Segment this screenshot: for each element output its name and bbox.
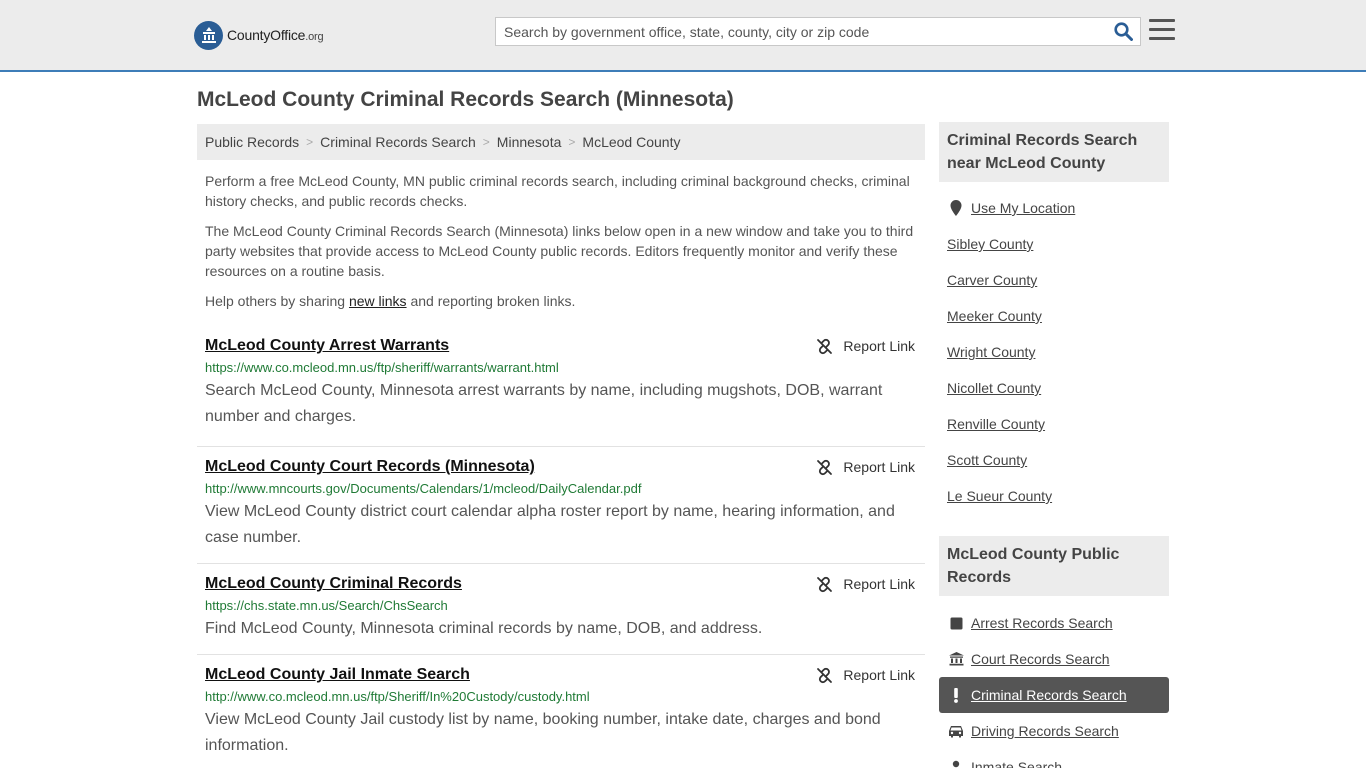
site-logo[interactable]: CountyOffice.org	[194, 20, 324, 50]
sidebar-public-records: McLeod County Public Records Arrest Reco…	[939, 536, 1169, 768]
broken-link-icon	[817, 338, 833, 354]
result-title-link[interactable]: McLeod County Criminal Records	[205, 574, 462, 594]
sidebar-item-use-my-location: Use My Location	[947, 190, 1169, 226]
broken-link-icon	[817, 459, 833, 475]
result-item: McLeod County Court Records (Minnesota) …	[197, 447, 925, 564]
report-link-label: Report Link	[843, 576, 915, 592]
carver-county-link[interactable]: Carver County	[947, 272, 1037, 288]
map-pin-icon	[947, 200, 965, 216]
result-item: McLeod County Criminal Records Report Li…	[197, 564, 925, 655]
main-content: Public Records > Criminal Records Search…	[197, 124, 925, 768]
sidebar-item-driving-records: Driving Records Search	[947, 713, 1169, 749]
courthouse-icon	[947, 652, 965, 666]
exclamation-icon	[947, 687, 965, 703]
result-url[interactable]: https://www.co.mcleod.mn.us/ftp/sheriff/…	[205, 359, 917, 377]
intro-text: Perform a free McLeod County, MN public …	[197, 171, 925, 311]
breadcrumb-separator: >	[568, 135, 576, 149]
car-icon	[947, 725, 965, 738]
results-list: McLeod County Arrest Warrants Report Lin…	[197, 330, 925, 768]
sidebar-item-arrest-records: Arrest Records Search	[947, 605, 1169, 641]
logo-name: CountyOffice	[227, 27, 306, 43]
result-url[interactable]: http://www.co.mcleod.mn.us/ftp/Sheriff/I…	[205, 688, 917, 706]
breadcrumb: Public Records > Criminal Records Search…	[197, 124, 925, 160]
sidebar-heading-public-records: McLeod County Public Records	[939, 536, 1169, 596]
sidebar-item-wright-county: Wright County	[947, 334, 1169, 370]
sidebar-nearby: Criminal Records Search near McLeod Coun…	[939, 122, 1169, 514]
arrest-records-search-link[interactable]: Arrest Records Search	[971, 615, 1113, 631]
result-item: McLeod County Jail Inmate Search Report …	[197, 655, 925, 768]
breadcrumb-public-records[interactable]: Public Records	[205, 134, 299, 150]
report-link-button[interactable]: Report Link	[816, 574, 915, 594]
inmate-icon	[947, 760, 965, 768]
sidebar-item-criminal-records: Criminal Records Search	[939, 677, 1169, 713]
search-input[interactable]	[496, 18, 1106, 45]
le-sueur-county-link[interactable]: Le Sueur County	[947, 488, 1052, 504]
intro-paragraph-2: The McLeod County Criminal Records Searc…	[205, 223, 914, 279]
broken-link-icon	[817, 576, 833, 592]
scott-county-link[interactable]: Scott County	[947, 452, 1027, 468]
sidebar-item-sibley-county: Sibley County	[947, 226, 1169, 262]
result-description: View McLeod County district court calend…	[205, 503, 895, 546]
sidebar-item-meeker-county: Meeker County	[947, 298, 1169, 334]
result-item: McLeod County Arrest Warrants Report Lin…	[197, 330, 925, 447]
search-icon	[1113, 22, 1133, 41]
sidebar-item-court-records: Court Records Search	[947, 641, 1169, 677]
report-link-label: Report Link	[843, 338, 915, 354]
use-my-location-link[interactable]: Use My Location	[971, 200, 1075, 216]
sidebar-item-scott-county: Scott County	[947, 442, 1169, 478]
sidebar-item-renville-county: Renville County	[947, 406, 1169, 442]
criminal-records-search-link[interactable]: Criminal Records Search	[971, 687, 1127, 703]
breadcrumb-separator: >	[482, 135, 490, 149]
sidebar-item-carver-county: Carver County	[947, 262, 1169, 298]
result-title-link[interactable]: McLeod County Arrest Warrants	[205, 336, 449, 356]
result-description: Search McLeod County, Minnesota arrest w…	[205, 382, 883, 425]
sidebar-item-inmate-search: Inmate Search	[947, 749, 1169, 768]
broken-link-icon	[817, 667, 833, 683]
breadcrumb-minnesota[interactable]: Minnesota	[497, 134, 562, 150]
sidebar-heading-nearby: Criminal Records Search near McLeod Coun…	[939, 122, 1169, 182]
court-records-search-link[interactable]: Court Records Search	[971, 651, 1110, 667]
breadcrumb-mcleod-county[interactable]: McLeod County	[582, 134, 680, 150]
search-button[interactable]	[1106, 18, 1140, 45]
sidebar-item-le-sueur-county: Le Sueur County	[947, 478, 1169, 514]
public-records-list: Arrest Records Search Court Records Sear…	[939, 605, 1169, 768]
sidebar-item-nicollet-county: Nicollet County	[947, 370, 1169, 406]
site-header: CountyOffice.org	[0, 0, 1366, 72]
page-title: McLeod County Criminal Records Search (M…	[197, 88, 734, 111]
meeker-county-link[interactable]: Meeker County	[947, 308, 1042, 324]
driving-records-search-link[interactable]: Driving Records Search	[971, 723, 1119, 739]
report-link-button[interactable]: Report Link	[816, 665, 915, 685]
report-link-button[interactable]: Report Link	[816, 457, 915, 477]
intro-paragraph-3: Help others by sharing new links and rep…	[205, 293, 576, 309]
capitol-logo-icon	[194, 20, 223, 50]
breadcrumb-criminal-records-search[interactable]: Criminal Records Search	[320, 134, 476, 150]
nicollet-county-link[interactable]: Nicollet County	[947, 380, 1041, 396]
result-description: View McLeod County Jail custody list by …	[205, 711, 881, 754]
result-url[interactable]: https://chs.state.mn.us/Search/ChsSearch	[205, 597, 917, 615]
result-title-link[interactable]: McLeod County Court Records (Minnesota)	[205, 457, 535, 477]
nearby-list: Use My Location Sibley County Carver Cou…	[939, 190, 1169, 514]
report-link-label: Report Link	[843, 667, 915, 683]
wright-county-link[interactable]: Wright County	[947, 344, 1035, 360]
result-description: Find McLeod County, Minnesota criminal r…	[205, 620, 763, 637]
sibley-county-link[interactable]: Sibley County	[947, 236, 1033, 252]
logo-tld: .org	[305, 31, 324, 43]
breadcrumb-separator: >	[306, 135, 314, 149]
result-url[interactable]: http://www.mncourts.gov/Documents/Calend…	[205, 480, 917, 498]
hamburger-menu-icon[interactable]	[1149, 19, 1175, 43]
report-link-button[interactable]: Report Link	[816, 336, 915, 356]
new-links-link[interactable]: new links	[349, 293, 407, 309]
square-icon	[947, 617, 965, 630]
intro-paragraph-1: Perform a free McLeod County, MN public …	[205, 173, 910, 209]
result-title-link[interactable]: McLeod County Jail Inmate Search	[205, 665, 470, 685]
report-link-label: Report Link	[843, 459, 915, 475]
renville-county-link[interactable]: Renville County	[947, 416, 1045, 432]
inmate-search-link[interactable]: Inmate Search	[971, 759, 1062, 768]
search-bar	[495, 17, 1141, 46]
